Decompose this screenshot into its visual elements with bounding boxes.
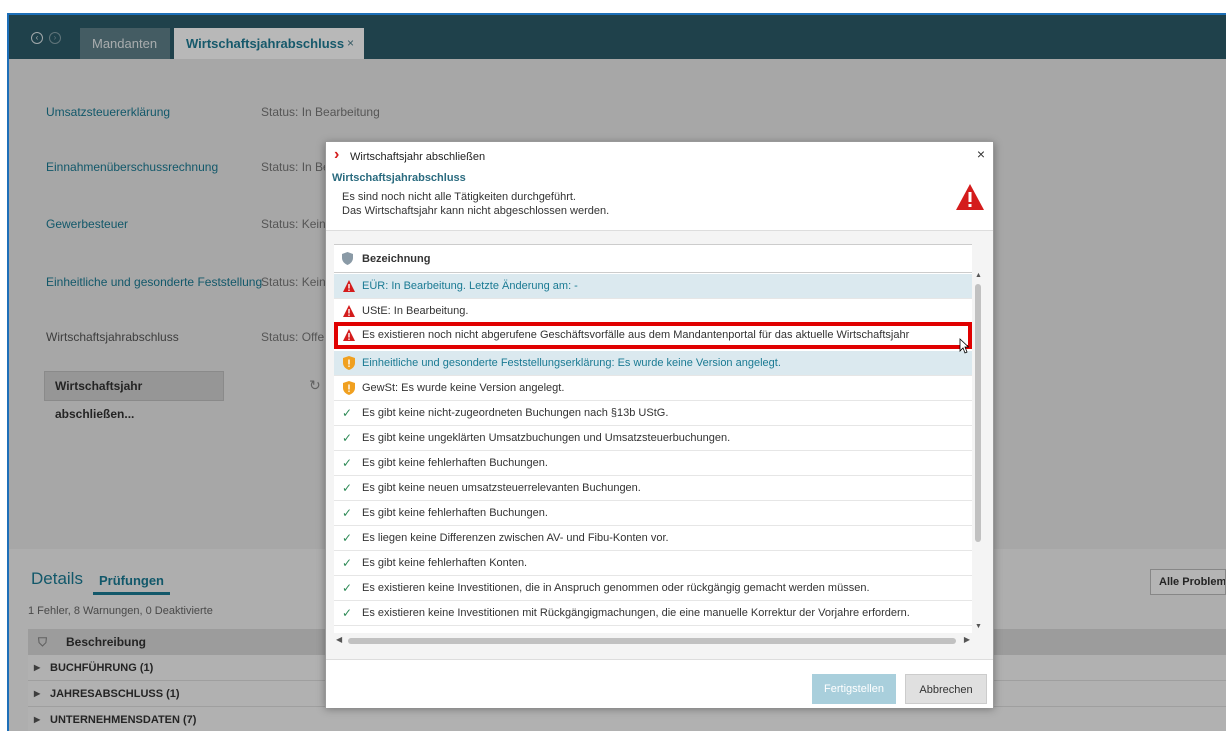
dialog-message: Es sind noch nicht alle Tätigkeiten durc… xyxy=(342,190,609,218)
warning-triangle-icon xyxy=(956,184,984,210)
list-item[interactable]: EÜR: In Bearbeitung. Letzte Änderung am:… xyxy=(334,274,972,299)
scroll-thumb[interactable] xyxy=(975,284,981,542)
check-icon: ✓ xyxy=(342,406,353,420)
check-icon: ✓ xyxy=(342,481,353,495)
list-item-text: Es gibt keine nicht-zugeordneten Buchung… xyxy=(362,407,669,419)
list-item[interactable]: ✓ Es existieren keine Investitionen mit … xyxy=(334,601,972,626)
list-item[interactable]: GewSt: Es wurde keine Version angelegt. xyxy=(334,376,972,401)
horizontal-scrollbar[interactable]: ◀ ▶ xyxy=(334,635,972,647)
cancel-button[interactable]: Abbrechen xyxy=(905,674,987,704)
mouse-cursor-icon xyxy=(959,338,969,354)
list-item-text: Einheitliche und gesonderte Feststellung… xyxy=(362,357,781,369)
finish-button[interactable]: Fertigstellen xyxy=(812,674,896,704)
shield-icon xyxy=(342,252,353,265)
dialog-subtitle: Wirtschaftsjahrabschluss xyxy=(332,172,466,184)
list-item[interactable]: ✓ Es existieren keine Investitionen, die… xyxy=(334,576,972,601)
list-item-text: Es gibt keine fehlerhaften Buchungen. xyxy=(362,507,548,519)
list-item[interactable]: ✓ Es gibt keine neuen umsatzsteuerreleva… xyxy=(334,476,972,501)
check-list: Bezeichnung EÜR: In Bearbeitung. Letzte … xyxy=(334,244,972,633)
list-item-text: Es gibt keine ungeklärten Umsatzbuchunge… xyxy=(362,432,731,444)
dialog-title: Wirtschaftsjahr abschließen xyxy=(350,151,486,163)
scroll-left-icon[interactable]: ◀ xyxy=(336,635,342,644)
list-item[interactable]: Einheitliche und gesonderte Feststellung… xyxy=(334,351,972,376)
list-item-text: Es existieren keine Investitionen, die i… xyxy=(362,582,870,594)
list-header-label: Bezeichnung xyxy=(362,253,431,265)
list-item-text: Es liegen keine Differenzen zwischen AV-… xyxy=(362,532,669,544)
check-icon: ✓ xyxy=(342,606,353,620)
list-item[interactable]: ✓ Es gibt keine nicht-zugeordneten Buchu… xyxy=(334,401,972,426)
error-triangle-icon xyxy=(343,329,355,341)
list-item-text: UStE: In Bearbeitung. xyxy=(362,305,469,317)
list-item-text: GewSt: Es wurde keine Version angelegt. xyxy=(362,382,565,394)
list-item-text: Es gibt keine fehlerhaften Buchungen. xyxy=(362,457,548,469)
scroll-right-icon[interactable]: ▶ xyxy=(964,635,970,644)
vertical-scrollbar[interactable]: ▲ ▼ xyxy=(972,272,984,630)
check-icon: ✓ xyxy=(342,456,353,470)
check-icon: ✓ xyxy=(342,531,353,545)
list-header: Bezeichnung xyxy=(334,245,972,273)
list-item[interactable]: ✓ Es gibt keine fehlerhaften Konten. xyxy=(334,551,972,576)
list-item-text: Es existieren keine Investitionen mit Rü… xyxy=(362,607,910,619)
list-item[interactable]: ✓ Es gibt keine fehlerhaften Buchungen. xyxy=(334,501,972,526)
close-icon[interactable]: × xyxy=(977,146,985,162)
list-item[interactable]: ✓ Es liegen keine Differenzen zwischen A… xyxy=(334,526,972,551)
list-item-highlighted[interactable]: Es existieren noch nicht abgerufene Gesc… xyxy=(334,322,972,349)
list-item[interactable]: ✓ Es gibt keine ungeklärten Umsatzbuchun… xyxy=(334,426,972,451)
warning-shield-icon xyxy=(343,356,355,370)
close-year-dialog: › Wirtschaftsjahr abschließen × Wirtscha… xyxy=(325,141,994,708)
scroll-thumb[interactable] xyxy=(348,638,956,644)
list-item-text: Es existieren noch nicht abgerufene Gesc… xyxy=(362,329,910,341)
error-triangle-icon xyxy=(343,280,355,292)
list-item-text: Es gibt keine fehlerhaften Konten. xyxy=(362,557,528,569)
warning-shield-icon xyxy=(343,381,355,395)
list-item[interactable]: ✓ Es gibt keine fehlerhaften Buchungen. xyxy=(334,451,972,476)
check-icon: ✓ xyxy=(342,506,353,520)
check-icon: ✓ xyxy=(342,431,353,445)
error-triangle-icon xyxy=(343,305,355,317)
scroll-down-icon[interactable]: ▼ xyxy=(975,623,982,630)
list-item-text: EÜR: In Bearbeitung. Letzte Änderung am:… xyxy=(362,280,578,292)
chevron-right-icon: › xyxy=(334,146,340,163)
list-item-text: Es gibt keine neuen umsatzsteuerrelevant… xyxy=(362,482,641,494)
dialog-message-line: Es sind noch nicht alle Tätigkeiten durc… xyxy=(342,191,576,203)
check-icon: ✓ xyxy=(342,581,353,595)
dialog-footer: Fertigstellen Abbrechen xyxy=(326,659,993,708)
dialog-body: Bezeichnung EÜR: In Bearbeitung. Letzte … xyxy=(326,231,993,659)
list-item[interactable]: UStE: In Bearbeitung. xyxy=(334,299,972,324)
check-icon: ✓ xyxy=(342,556,353,570)
dialog-message-line: Das Wirtschaftsjahr kann nicht abgeschlo… xyxy=(342,205,610,217)
scroll-up-icon[interactable]: ▲ xyxy=(975,272,982,279)
